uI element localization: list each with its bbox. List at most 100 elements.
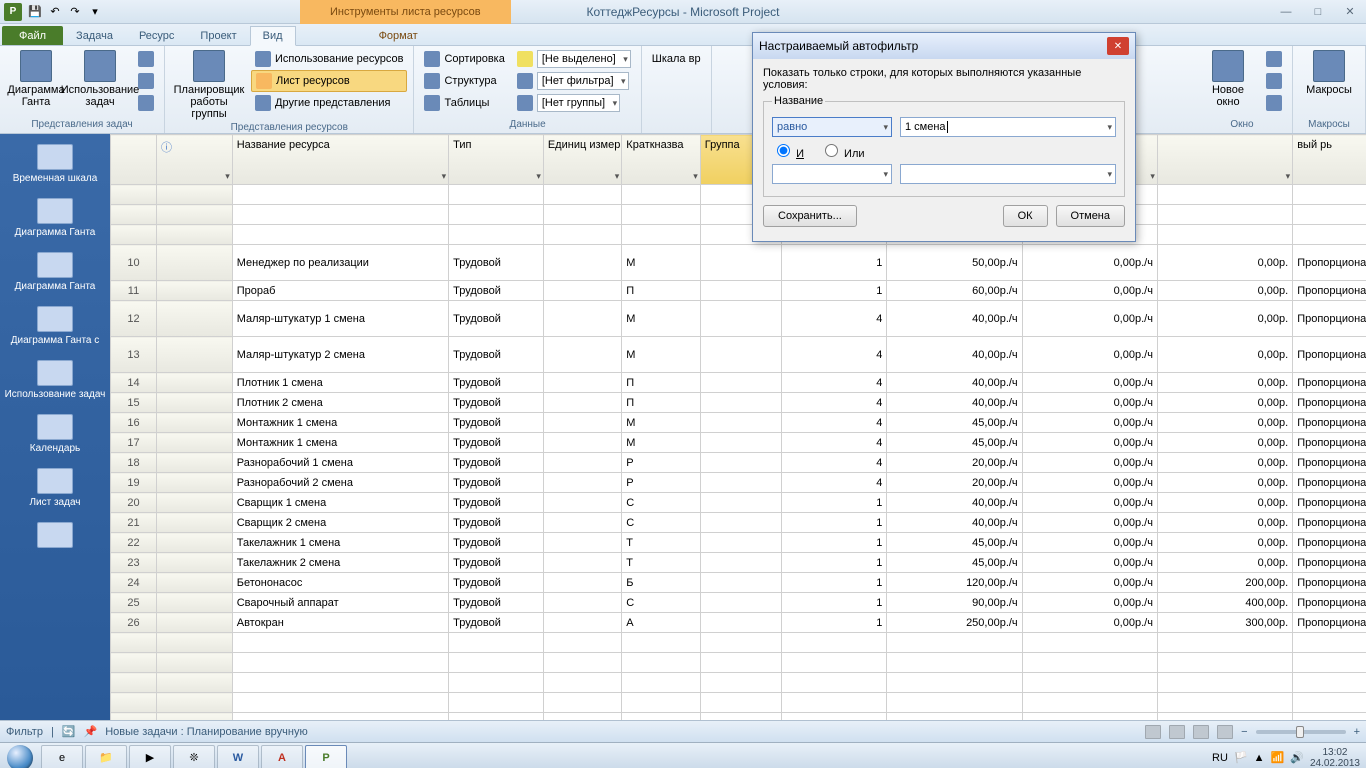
filter-combo[interactable]: [Нет фильтра] bbox=[513, 70, 635, 92]
table-row[interactable]: 25Сварочный аппаратТрудовойС190,00р./ч0,… bbox=[111, 593, 1366, 613]
column-header[interactable]: ⓘ▾ bbox=[156, 135, 232, 185]
win-small-1[interactable] bbox=[1262, 48, 1286, 70]
task-word-icon[interactable]: W bbox=[217, 745, 259, 768]
sidebar-item[interactable]: Использование задач bbox=[0, 354, 110, 408]
value-2-combo[interactable] bbox=[900, 164, 1116, 184]
table-row[interactable]: 17Монтажник 1 сменаТрудовойМ445,00р./ч0,… bbox=[111, 433, 1366, 453]
view-shortcut-4[interactable] bbox=[1217, 725, 1233, 739]
team-planner-button[interactable]: Планировщик работы группы bbox=[171, 48, 247, 122]
qat-redo-icon[interactable]: ↷ bbox=[66, 3, 84, 21]
task-app1-icon[interactable]: ❊ bbox=[173, 745, 215, 768]
column-header[interactable]: ▾ bbox=[1157, 135, 1292, 185]
table-row[interactable] bbox=[111, 673, 1366, 693]
zoom-slider[interactable] bbox=[1256, 730, 1346, 734]
view-shortcut-2[interactable] bbox=[1169, 725, 1185, 739]
tab-view[interactable]: Вид bbox=[250, 26, 296, 46]
tab-task[interactable]: Задача bbox=[63, 26, 126, 45]
operator-1-combo[interactable]: равно bbox=[772, 117, 892, 137]
resource-sheet-button[interactable]: Лист ресурсов bbox=[251, 70, 407, 92]
table-row[interactable]: 20Сварщик 1 сменаТрудовойС140,00р./ч0,00… bbox=[111, 493, 1366, 513]
new-window-button[interactable]: Новое окно bbox=[1198, 48, 1258, 110]
save-button[interactable]: Сохранить... bbox=[763, 205, 857, 227]
macros-button[interactable]: Макросы bbox=[1299, 48, 1359, 98]
status-refresh-icon[interactable]: 🔄 bbox=[62, 725, 76, 738]
qat-save-icon[interactable]: 💾 bbox=[26, 3, 44, 21]
table-row[interactable]: 15Плотник 2 сменаТрудовойП440,00р./ч0,00… bbox=[111, 393, 1366, 413]
small-view-3[interactable] bbox=[134, 92, 158, 114]
table-row[interactable]: 18Разнорабочий 1 сменаТрудовойР420,00р./… bbox=[111, 453, 1366, 473]
task-media-icon[interactable]: ▶ bbox=[129, 745, 171, 768]
dialog-close-icon[interactable]: ✕ bbox=[1107, 37, 1129, 55]
zoom-in-icon[interactable]: + bbox=[1354, 726, 1360, 738]
column-header[interactable] bbox=[111, 135, 157, 185]
task-pdf-icon[interactable]: A bbox=[261, 745, 303, 768]
small-view-2[interactable] bbox=[134, 70, 158, 92]
sidebar-item[interactable]: Диаграмма Ганта bbox=[0, 246, 110, 300]
other-views-button[interactable]: Другие представления bbox=[251, 92, 407, 114]
operator-2-combo[interactable] bbox=[772, 164, 892, 184]
sidebar-item[interactable]: Диаграмма Ганта с bbox=[0, 300, 110, 354]
view-shortcut-3[interactable] bbox=[1193, 725, 1209, 739]
highlight-combo[interactable]: [Не выделено] bbox=[513, 48, 635, 70]
task-ie-icon[interactable]: e bbox=[41, 745, 83, 768]
task-project-icon[interactable]: P bbox=[305, 745, 347, 768]
table-row[interactable] bbox=[111, 185, 1366, 205]
and-radio[interactable]: И bbox=[772, 141, 804, 160]
tray-volume-icon[interactable]: 🔊 bbox=[1290, 751, 1304, 764]
table-row[interactable] bbox=[111, 225, 1366, 245]
small-view-1[interactable] bbox=[134, 48, 158, 70]
sidebar-item[interactable]: Временная шкала bbox=[0, 138, 110, 192]
tab-file[interactable]: Файл bbox=[2, 26, 63, 45]
minimize-icon[interactable]: — bbox=[1274, 4, 1298, 20]
tray-flag-icon[interactable]: 🏳️ bbox=[1234, 751, 1248, 764]
table-row[interactable]: 12Маляр-штукатур 1 сменаТрудовойМ440,00р… bbox=[111, 301, 1366, 337]
column-header[interactable]: Название ресурса▾ bbox=[232, 135, 448, 185]
tab-format[interactable]: Формат bbox=[366, 26, 431, 45]
sidebar-item[interactable]: Календарь bbox=[0, 408, 110, 462]
structure-button[interactable]: Структура bbox=[420, 70, 508, 92]
tray-clock[interactable]: 13:02 24.02.2013 bbox=[1310, 747, 1360, 768]
task-usage-button[interactable]: Использование задач bbox=[70, 48, 130, 110]
table-row[interactable] bbox=[111, 633, 1366, 653]
table-row[interactable]: 16Монтажник 1 сменаТрудовойМ445,00р./ч0,… bbox=[111, 413, 1366, 433]
column-header[interactable]: Единиц измер материа▾ bbox=[543, 135, 621, 185]
gantt-chart-button[interactable]: Диаграмма Ганта bbox=[6, 48, 66, 110]
sort-button[interactable]: Сортировка bbox=[420, 48, 508, 70]
ok-button[interactable]: ОК bbox=[1003, 205, 1048, 227]
table-row[interactable]: 19Разнорабочий 2 сменаТрудовойР420,00р./… bbox=[111, 473, 1366, 493]
view-shortcut-1[interactable] bbox=[1145, 725, 1161, 739]
tables-button[interactable]: Таблицы bbox=[420, 92, 508, 114]
table-row[interactable] bbox=[111, 653, 1366, 673]
grid-scroll[interactable]: ⓘ▾Название ресурса▾Тип▾Единиц измер мате… bbox=[110, 134, 1366, 720]
table-row[interactable] bbox=[111, 205, 1366, 225]
table-row[interactable]: 23Такелажник 2 сменаТрудовойТ145,00р./ч0… bbox=[111, 553, 1366, 573]
close-icon[interactable]: ✕ bbox=[1338, 4, 1362, 20]
start-button[interactable] bbox=[0, 743, 40, 768]
table-row[interactable]: 22Такелажник 1 сменаТрудовойТ145,00р./ч0… bbox=[111, 533, 1366, 553]
tab-project[interactable]: Проект bbox=[187, 26, 249, 45]
table-row[interactable]: 24БетононасосТрудовойБ1120,00р./ч0,00р./… bbox=[111, 573, 1366, 593]
column-header[interactable]: Краткназва▾ bbox=[622, 135, 700, 185]
zoom-out-icon[interactable]: − bbox=[1241, 726, 1247, 738]
win-small-3[interactable] bbox=[1262, 92, 1286, 114]
tray-lang[interactable]: RU bbox=[1212, 752, 1228, 764]
zoom-thumb[interactable] bbox=[1296, 726, 1304, 738]
sidebar-item[interactable]: Лист задач bbox=[0, 462, 110, 516]
table-row[interactable]: 11ПрорабТрудовойП160,00р./ч0,00р./ч0,00р… bbox=[111, 281, 1366, 301]
dialog-titlebar[interactable]: Настраиваемый автофильтр ✕ bbox=[753, 33, 1135, 59]
sidebar-item[interactable]: Диаграмма Ганта bbox=[0, 192, 110, 246]
task-explorer-icon[interactable]: 📁 bbox=[85, 745, 127, 768]
column-header[interactable]: вый рь▾ bbox=[1293, 135, 1366, 185]
tray-network-icon[interactable]: 📶 bbox=[1271, 751, 1285, 764]
group-combo[interactable]: [Нет группы] bbox=[513, 92, 635, 114]
value-1-combo[interactable]: 1 смена bbox=[900, 117, 1116, 137]
qat-customize-icon[interactable]: ▾ bbox=[86, 3, 104, 21]
maximize-icon[interactable]: □ bbox=[1306, 4, 1330, 20]
sidebar-item[interactable] bbox=[0, 516, 110, 559]
resource-usage-button[interactable]: Использование ресурсов bbox=[251, 48, 407, 70]
table-row[interactable] bbox=[111, 713, 1366, 721]
table-row[interactable]: 10Менеджер по реализацииТрудовойМ150,00р… bbox=[111, 245, 1366, 281]
table-row[interactable]: 14Плотник 1 сменаТрудовойП440,00р./ч0,00… bbox=[111, 373, 1366, 393]
or-radio[interactable]: Или bbox=[820, 141, 865, 160]
table-row[interactable] bbox=[111, 693, 1366, 713]
